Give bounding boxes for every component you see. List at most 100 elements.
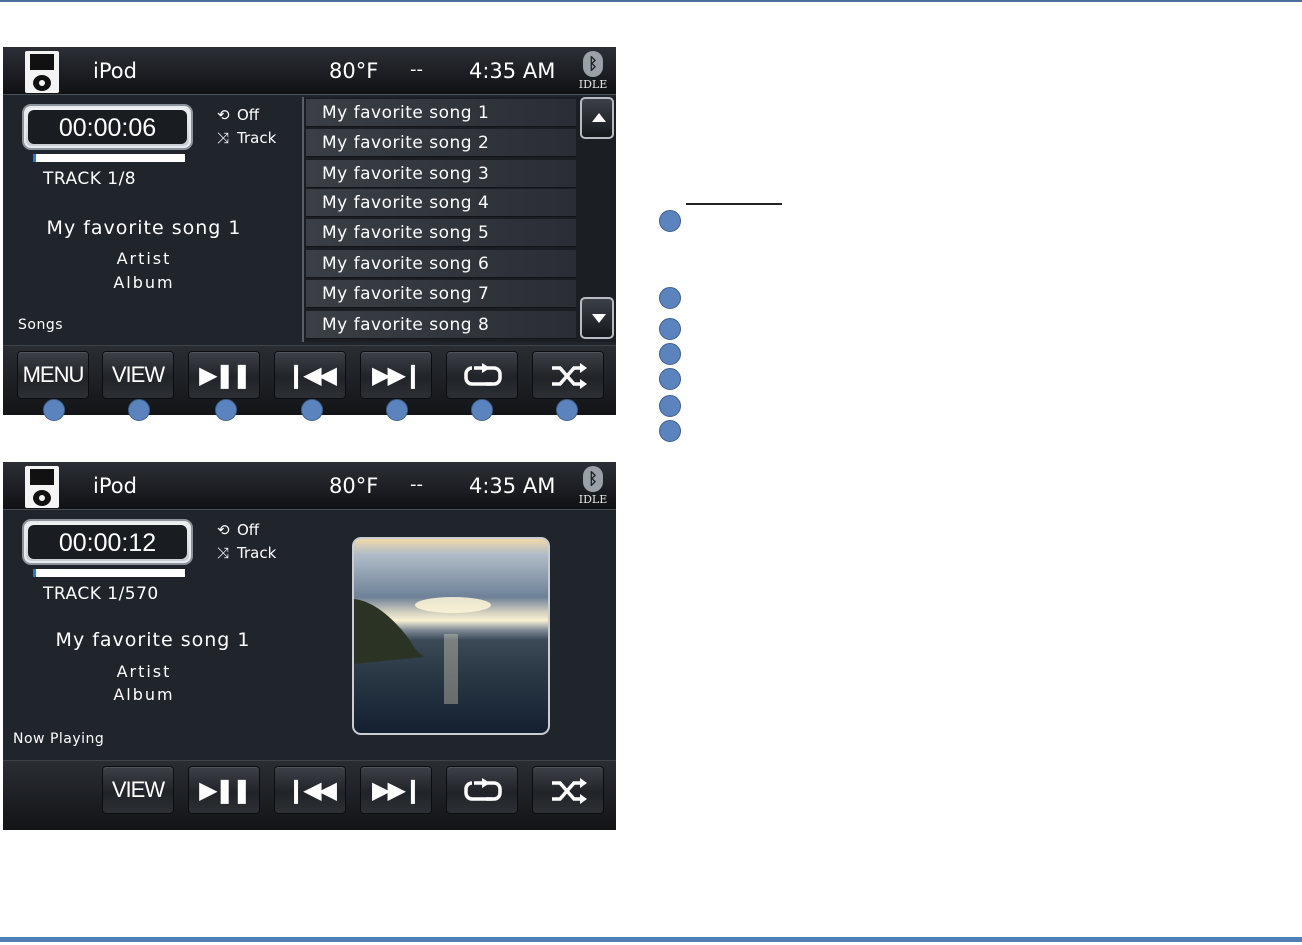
shuffle-status: ⤨ Track <box>217 129 276 147</box>
shuffle-button[interactable] <box>532 766 604 814</box>
previous-track-button[interactable]: ❙◀◀ <box>274 351 346 399</box>
previous-track-icon: ❙◀◀ <box>285 776 337 804</box>
view-button[interactable]: VIEW <box>102 351 174 399</box>
view-button-label: VIEW <box>111 777 165 802</box>
next-track-button[interactable]: ▶▶❙ <box>360 766 432 814</box>
play-pause-button[interactable]: ▶❚❚ <box>188 351 260 399</box>
bluetooth-status[interactable]: ᛒ IDLE <box>578 51 608 93</box>
repeat-status-label: Off <box>237 521 260 539</box>
status-separator: -- <box>410 59 423 80</box>
album-name: Album <box>113 273 175 292</box>
song-list-item[interactable]: My favorite song 7 <box>306 280 576 308</box>
bluetooth-label: IDLE <box>578 493 608 506</box>
play-pause-icon: ▶❚❚ <box>199 361 252 389</box>
shuffle-status: ⤨ Track <box>217 544 276 562</box>
bluetooth-status[interactable]: ᛒ IDLE <box>578 466 608 508</box>
play-pause-icon: ▶❚❚ <box>199 776 252 804</box>
song-title: My favorite song 1 <box>46 217 242 239</box>
list-scroll-column <box>578 97 616 342</box>
scroll-down-icon <box>592 314 606 323</box>
status-bar: iPod 80°F -- 4:35 AM ᛒ IDLE <box>3 47 616 95</box>
mode-label: Songs <box>18 317 64 333</box>
shuffle-status-label: Track <box>237 129 277 147</box>
callout-marker <box>659 368 681 390</box>
album-art <box>352 537 550 735</box>
repeat-button[interactable] <box>446 351 518 399</box>
scroll-down-button[interactable] <box>580 297 614 339</box>
callout-marker <box>659 210 681 232</box>
heading-underline <box>686 203 782 205</box>
shuffle-icon <box>552 363 587 389</box>
song-list-item[interactable]: My favorite song 8 <box>306 311 576 339</box>
previous-track-button[interactable]: ❙◀◀ <box>274 766 346 814</box>
song-list-item[interactable]: My favorite song 4 <box>306 189 576 217</box>
menu-button-label: MENU <box>22 362 85 387</box>
elapsed-time-display: 00:00:06 <box>22 104 193 150</box>
repeat-icon: ⟲ <box>217 106 230 124</box>
callout-marker <box>215 399 237 421</box>
progress-bar[interactable] <box>33 569 185 577</box>
repeat-icon: ⟲ <box>217 521 230 539</box>
elapsed-time: 00:00:12 <box>28 525 187 559</box>
song-list-item[interactable]: My favorite song 1 <box>306 99 576 127</box>
mode-label: Now Playing <box>13 731 105 747</box>
callout-marker <box>659 287 681 309</box>
repeat-icon <box>464 778 502 801</box>
repeat-status-label: Off <box>237 106 260 124</box>
shuffle-icon: ⤨ <box>217 129 230 147</box>
song-list-item[interactable]: My favorite song 2 <box>306 129 576 157</box>
status-bar: iPod 80°F -- 4:35 AM ᛒ IDLE <box>3 462 616 510</box>
ipod-icon <box>25 51 59 93</box>
artist-name: Artist <box>116 249 172 268</box>
top-rule <box>0 0 1302 2</box>
progress-bar[interactable] <box>33 154 185 162</box>
bottom-rule <box>0 937 1302 942</box>
repeat-button[interactable] <box>446 766 518 814</box>
song-list: My favorite song 1 My favorite song 2 My… <box>302 97 578 342</box>
play-pause-button[interactable]: ▶❚❚ <box>188 766 260 814</box>
clock: 4:35 AM <box>469 59 556 83</box>
callout-marker <box>659 318 681 340</box>
album-name: Album <box>113 685 175 704</box>
callout-marker <box>659 395 681 417</box>
elapsed-time-display: 00:00:12 <box>22 519 193 565</box>
scroll-up-icon <box>592 113 606 122</box>
shuffle-button[interactable] <box>532 351 604 399</box>
callout-marker <box>556 399 578 421</box>
repeat-status: ⟲ Off <box>217 106 259 124</box>
shuffle-icon <box>552 778 587 804</box>
ipod-icon <box>25 466 59 508</box>
callout-marker <box>128 399 150 421</box>
elapsed-time: 00:00:06 <box>28 110 187 144</box>
ipod-songs-screen: iPod 80°F -- 4:35 AM ᛒ IDLE 00:00:06 ⟲ Of… <box>3 47 616 415</box>
track-counter: TRACK 1/8 <box>43 169 137 189</box>
artist-name: Artist <box>116 662 172 681</box>
status-separator: -- <box>410 474 423 495</box>
callout-marker <box>43 399 65 421</box>
bluetooth-icon: ᛒ <box>583 466 603 492</box>
song-list-item[interactable]: My favorite song 5 <box>306 219 576 247</box>
progress-fill <box>33 569 37 577</box>
view-button[interactable]: VIEW <box>102 766 174 814</box>
song-list-item[interactable]: My favorite song 6 <box>306 250 576 278</box>
callout-marker <box>659 343 681 365</box>
control-bar: VIEW ▶❚❚ ❙◀◀ ▶▶❙ <box>3 760 616 830</box>
song-list-item[interactable]: My favorite song 3 <box>306 160 576 188</box>
song-title: My favorite song 1 <box>55 629 251 651</box>
shuffle-status-label: Track <box>237 544 277 562</box>
manual-page: iPod 80°F -- 4:35 AM ᛒ IDLE 00:00:06 ⟲ Of… <box>0 0 1302 945</box>
source-title: iPod <box>93 474 137 498</box>
view-button-label: VIEW <box>111 362 165 387</box>
menu-button[interactable]: MENU <box>17 351 89 399</box>
scroll-up-button[interactable] <box>580 97 614 139</box>
track-counter: TRACK 1/570 <box>43 584 159 604</box>
album-art-image <box>354 597 491 704</box>
next-track-button[interactable]: ▶▶❙ <box>360 351 432 399</box>
ipod-now-playing-screen: iPod 80°F -- 4:35 AM ᛒ IDLE 00:00:12 ⟲ Of… <box>3 462 616 830</box>
repeat-status: ⟲ Off <box>217 521 259 539</box>
callout-marker <box>386 399 408 421</box>
shuffle-icon: ⤨ <box>217 544 230 562</box>
callout-marker <box>471 399 493 421</box>
next-track-icon: ▶▶❙ <box>371 776 423 804</box>
progress-fill <box>33 154 37 162</box>
